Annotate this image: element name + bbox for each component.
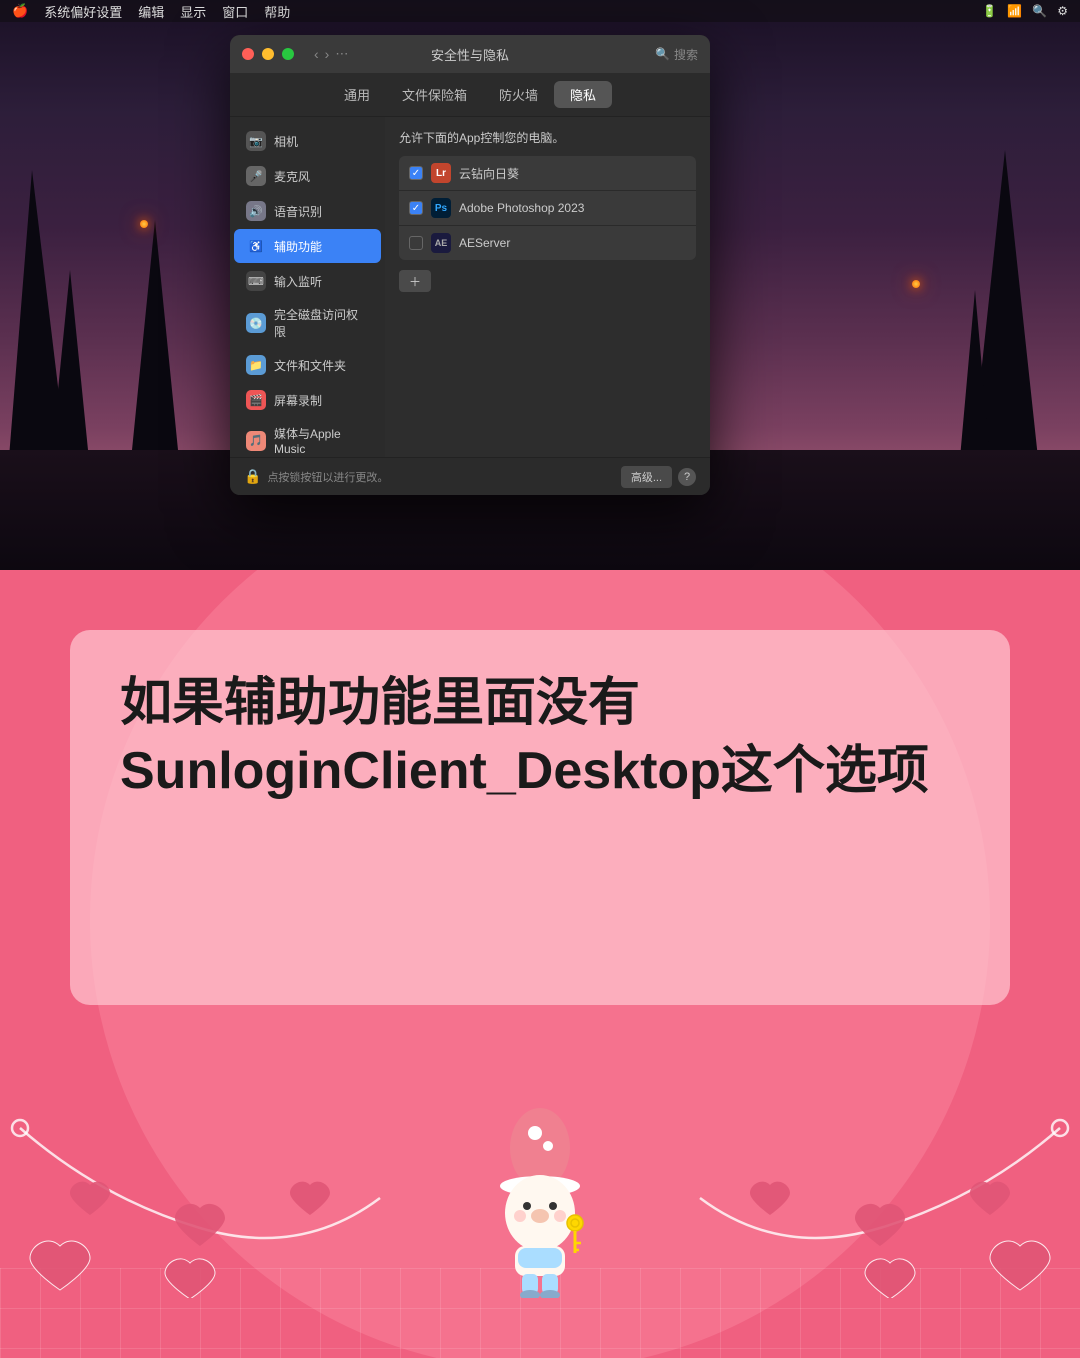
files-icon: 📁 bbox=[246, 355, 266, 375]
app-icon-ps: Ps bbox=[431, 198, 451, 218]
window-sidebar: 📷 相机 🎤 麦克风 🔊 语音识别 ♿ 辅助功能 ⌨ 输入监听 bbox=[230, 117, 385, 457]
app-checkbox-lr[interactable]: ✓ bbox=[409, 166, 423, 180]
main-header-text: 允许下面的App控制您的电脑。 bbox=[399, 129, 696, 146]
search-label: 搜索 bbox=[674, 46, 698, 63]
tab-filevault[interactable]: 文件保险箱 bbox=[386, 81, 483, 108]
app-row-ae: AE AEServer bbox=[399, 226, 696, 260]
bottom-section: 如果辅助功能里面没有SunloginClient_Desktop这个选项 bbox=[0, 570, 1080, 1358]
footer-lock-text: 点按锁按钮以进行更改。 bbox=[267, 469, 614, 485]
mac-menubar: 🍎 系统偏好设置 编辑 显示 窗口 帮助 🔋 📶 🔍 ⚙ bbox=[0, 0, 1080, 22]
menu-item-help[interactable]: 帮助 bbox=[264, 2, 290, 21]
menubar-icon-search[interactable]: 🔍 bbox=[1032, 4, 1047, 18]
app-row-ps: ✓ Ps Adobe Photoshop 2023 bbox=[399, 191, 696, 226]
sidebar-item-mic[interactable]: 🎤 麦克风 bbox=[234, 159, 381, 193]
fire-orb-2 bbox=[912, 280, 920, 288]
fire-orb-1 bbox=[140, 220, 148, 228]
app-icon-ae: AE bbox=[431, 233, 451, 253]
app-checkbox-ps[interactable]: ✓ bbox=[409, 201, 423, 215]
tab-general[interactable]: 通用 bbox=[328, 81, 386, 108]
add-app-btn[interactable]: ＋ bbox=[399, 270, 431, 292]
app-name-ae: AEServer bbox=[459, 236, 510, 250]
window-search[interactable]: 🔍 搜索 bbox=[655, 46, 698, 63]
menubar-icon-control[interactable]: ⚙ bbox=[1057, 4, 1068, 18]
search-icon: 🔍 bbox=[655, 47, 670, 61]
nav-back-arrow[interactable]: ‹ bbox=[314, 46, 319, 62]
sidebar-item-fulldisk[interactable]: 💿 完全磁盘访问权限 bbox=[234, 299, 381, 347]
menu-item-window[interactable]: 窗口 bbox=[222, 2, 248, 21]
menu-item-view[interactable]: 显示 bbox=[180, 2, 206, 21]
sidebar-item-inputmonitor[interactable]: ⌨ 输入监听 bbox=[234, 264, 381, 298]
sidebar-label-disk: 完全磁盘访问权限 bbox=[274, 306, 369, 340]
sidebar-item-screen[interactable]: 🎬 屏幕录制 bbox=[234, 383, 381, 417]
top-section: 🍎 系统偏好设置 编辑 显示 窗口 帮助 🔋 📶 🔍 ⚙ ‹ › ⋯ bbox=[0, 0, 1080, 570]
lock-icon[interactable]: 🔒 bbox=[244, 468, 261, 485]
window-footer: 🔒 点按锁按钮以进行更改。 高级... ? bbox=[230, 457, 710, 495]
sidebar-label-speech: 语音识别 bbox=[274, 203, 322, 220]
window-close-btn[interactable] bbox=[242, 48, 254, 60]
sidebar-item-accessibility[interactable]: ♿ 辅助功能 bbox=[234, 229, 381, 263]
window-tabs: 通用 文件保险箱 防火墙 隐私 bbox=[230, 73, 710, 117]
music-icon: 🎵 bbox=[246, 431, 266, 451]
accessibility-icon: ♿ bbox=[246, 236, 266, 256]
card-main-text: 如果辅助功能里面没有SunloginClient_Desktop这个选项 bbox=[120, 670, 960, 805]
advanced-btn[interactable]: 高级... bbox=[621, 466, 672, 488]
window-body: 📷 相机 🎤 麦克风 🔊 语音识别 ♿ 辅助功能 ⌨ 输入监听 bbox=[230, 117, 710, 457]
mac-window: ‹ › ⋯ 安全性与隐私 🔍 搜索 通用 文件保险箱 防火墙 隐私 📷 相机 bbox=[230, 35, 710, 495]
sidebar-label-mic: 麦克风 bbox=[274, 168, 310, 185]
window-title: 安全性与隐私 bbox=[431, 45, 509, 64]
garland-decoration bbox=[0, 1098, 1080, 1298]
sidebar-item-files[interactable]: 📁 文件和文件夹 bbox=[234, 348, 381, 382]
tab-firewall[interactable]: 防火墙 bbox=[483, 81, 554, 108]
sidebar-label-files: 文件和文件夹 bbox=[274, 357, 346, 374]
app-row-lr: ✓ Lr 云钻向日葵 bbox=[399, 156, 696, 191]
menu-item-prefs[interactable]: 系统偏好设置 bbox=[44, 2, 122, 21]
help-btn[interactable]: ? bbox=[678, 468, 696, 486]
sidebar-label-accessibility: 辅助功能 bbox=[274, 238, 322, 255]
mic-icon: 🎤 bbox=[246, 166, 266, 186]
sidebar-label-screen: 屏幕录制 bbox=[274, 392, 322, 409]
window-minimize-btn[interactable] bbox=[262, 48, 274, 60]
window-maximize-btn[interactable] bbox=[282, 48, 294, 60]
menu-item-edit[interactable]: 编辑 bbox=[138, 2, 164, 21]
input-icon: ⌨ bbox=[246, 271, 266, 291]
window-main: 允许下面的App控制您的电脑。 ✓ Lr 云钻向日葵 ✓ bbox=[385, 117, 710, 457]
grid-icon[interactable]: ⋯ bbox=[335, 46, 348, 62]
app-checkbox-ae[interactable] bbox=[409, 236, 423, 250]
menubar-right: 🔋 📶 🔍 ⚙ bbox=[982, 4, 1068, 18]
camera-icon: 📷 bbox=[246, 131, 266, 151]
bottom-controls: ＋ bbox=[399, 270, 696, 292]
app-list: ✓ Lr 云钻向日葵 ✓ Ps Adobe Photoshop 2023 bbox=[399, 156, 696, 260]
screen-icon: 🎬 bbox=[246, 390, 266, 410]
sidebar-item-speech[interactable]: 🔊 语音识别 bbox=[234, 194, 381, 228]
app-name-ps: Adobe Photoshop 2023 bbox=[459, 201, 584, 215]
menubar-icon-battery: 🔋 bbox=[982, 4, 997, 18]
window-titlebar: ‹ › ⋯ 安全性与隐私 🔍 搜索 bbox=[230, 35, 710, 73]
sidebar-item-camera[interactable]: 📷 相机 bbox=[234, 124, 381, 158]
sidebar-label-music: 媒体与Apple Music bbox=[274, 425, 369, 456]
speech-icon: 🔊 bbox=[246, 201, 266, 221]
sidebar-label-input: 输入监听 bbox=[274, 273, 322, 290]
tab-privacy[interactable]: 隐私 bbox=[554, 81, 612, 108]
window-nav: ‹ › ⋯ bbox=[314, 46, 348, 62]
apple-menu[interactable]: 🍎 bbox=[12, 3, 28, 19]
app-name-lr: 云钻向日葵 bbox=[459, 165, 519, 182]
app-icon-lr: Lr bbox=[431, 163, 451, 183]
disk-icon: 💿 bbox=[246, 313, 266, 333]
sidebar-label-camera: 相机 bbox=[274, 133, 298, 150]
sidebar-item-music[interactable]: 🎵 媒体与Apple Music bbox=[234, 418, 381, 457]
content-card: 如果辅助功能里面没有SunloginClient_Desktop这个选项 bbox=[70, 630, 1010, 1005]
nav-forward-arrow[interactable]: › bbox=[325, 46, 330, 62]
menubar-icon-wifi: 📶 bbox=[1007, 4, 1022, 18]
